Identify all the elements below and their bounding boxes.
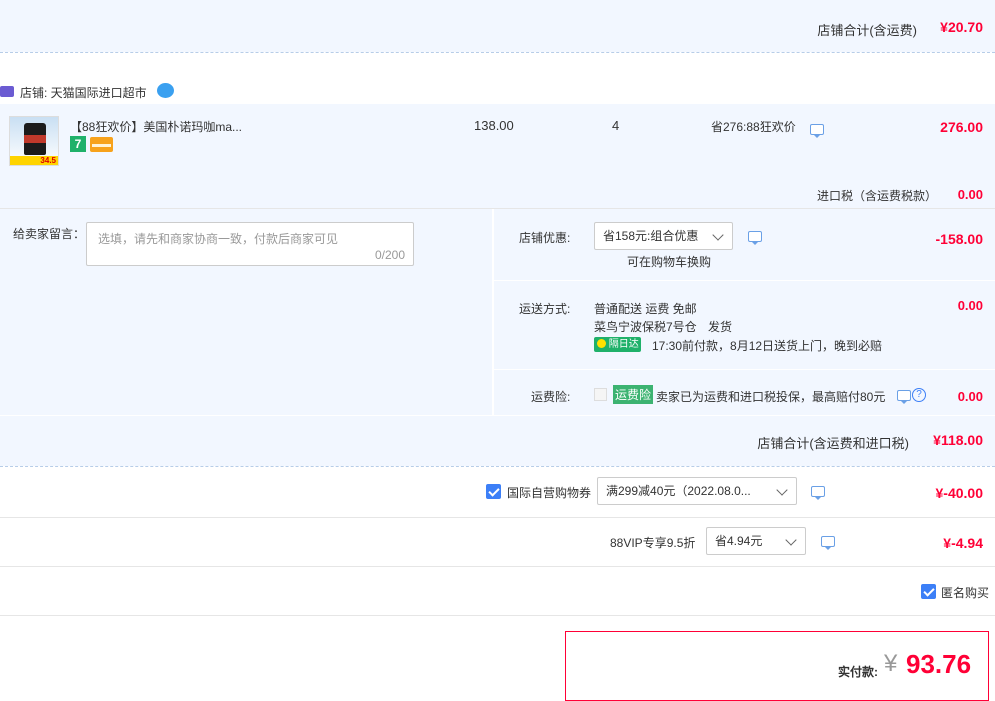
vip-row: 88VIP专享9.5折 省4.94元 ¥-4.94 xyxy=(0,518,995,566)
coupon-select[interactable]: 满299减40元（2022.08.0... xyxy=(597,477,797,505)
insurance-label: 运费险: xyxy=(531,390,571,404)
shipping-amount: 0.00 xyxy=(957,298,983,313)
divider xyxy=(492,209,494,415)
item-subtotal: 276.00 xyxy=(940,119,983,135)
insurance-amount: 0.00 xyxy=(957,389,983,404)
insurance-desc: 卖家已为运费和进口税投保，最高赔付80元 xyxy=(656,390,886,404)
coupon-label: 国际自营购物券 xyxy=(507,486,592,500)
insurance-info-icon[interactable] xyxy=(897,390,911,404)
seven-day-return-icon: 7 xyxy=(70,136,86,152)
discount-info-icon[interactable] xyxy=(810,124,824,138)
payment-amount: 93.76 xyxy=(906,649,972,679)
shop-discount-info-icon[interactable] xyxy=(748,231,762,245)
message-placeholder: 选填，请先和商家协商一致，付款后商家可见 xyxy=(98,232,339,246)
payment-currency: ¥ xyxy=(884,650,898,677)
shop-total-label: 店铺合计(含运费和进口税) xyxy=(757,436,909,451)
help-icon[interactable]: ? xyxy=(912,388,926,402)
payment-label: 实付款: xyxy=(838,665,878,679)
divider xyxy=(494,369,995,370)
anonymous-checkbox[interactable] xyxy=(921,584,936,599)
vip-select[interactable]: 省4.94元 xyxy=(706,527,806,555)
message-textarea[interactable]: 选填，请先和商家协商一致，付款后商家可见 0/200 xyxy=(86,222,414,266)
coupon-amount: ¥-40.00 xyxy=(935,485,983,501)
divider xyxy=(0,615,995,616)
unit-price: 138.00 xyxy=(474,118,514,133)
message-label: 给卖家留言： xyxy=(13,227,86,241)
next-day-badge: 隔日达 xyxy=(594,337,641,352)
shop-discount-note: 可在购物车换购 xyxy=(627,255,712,269)
wangwang-icon[interactable] xyxy=(157,83,174,98)
bottle-label xyxy=(24,135,46,143)
product-thumbnail[interactable]: 34.5 xyxy=(9,116,59,166)
card-icon-stripe xyxy=(92,144,111,147)
shop-discount-label: 店铺优惠: xyxy=(519,231,571,245)
coupon-row: 国际自营购物券 满299减40元（2022.08.0... ¥-40.00 xyxy=(0,467,995,517)
anonymous-row: 匿名购买 xyxy=(0,567,995,615)
chevron-down-icon xyxy=(785,534,797,546)
shop-name[interactable]: 店铺: 天猫国际进口超市 xyxy=(20,84,147,101)
vip-info-icon[interactable] xyxy=(821,536,835,550)
shipping-label: 运送方式: xyxy=(519,302,571,316)
import-tax-label: 进口税（含运费税款） xyxy=(816,189,937,203)
next-day-badge-label: 隔日达 xyxy=(608,339,639,350)
vip-selected: 省4.94元 xyxy=(715,534,763,548)
shop-discount-select[interactable]: 省158元:组合优惠 xyxy=(594,222,733,250)
vip-amount: ¥-4.94 xyxy=(943,535,983,551)
divider xyxy=(494,280,995,281)
item-discount: 省276:88狂欢价 xyxy=(711,120,796,134)
shop-discount-selected: 省158元:组合优惠 xyxy=(603,229,699,243)
shop-total: 店铺合计(含运费和进口税) ¥118.00 xyxy=(0,416,995,466)
insurance-tag: 运费险 xyxy=(613,385,654,404)
thumb-price: 34.5 xyxy=(40,156,56,165)
shipping-warehouse: 菜鸟宁波保税7号仓 xyxy=(594,320,697,334)
quantity: 4 xyxy=(612,118,620,133)
order-options: 给卖家留言： 选填，请先和商家协商一致，付款后商家可见 0/200 店铺优惠: … xyxy=(0,209,995,415)
shop-header: 店铺: 天猫国际进口超市 xyxy=(0,80,995,104)
shop-icon xyxy=(0,86,14,97)
message-counter: 0/200 xyxy=(374,248,405,262)
shipping-status: 发货 xyxy=(708,320,733,334)
chevron-down-icon xyxy=(776,484,788,496)
coupon-info-icon[interactable] xyxy=(811,486,825,500)
coupon-selected: 满299减40元（2022.08.0... xyxy=(606,484,751,498)
insurance-checkbox xyxy=(594,388,607,401)
import-tax-amount: 0.00 xyxy=(957,187,983,202)
divider xyxy=(0,52,995,53)
shop-total-amount: ¥118.00 xyxy=(933,432,983,448)
payment-box: 实付款: ¥ 93.76 xyxy=(565,631,989,701)
coupon-checkbox[interactable] xyxy=(486,484,501,499)
anonymous-label[interactable]: 匿名购买 xyxy=(941,584,989,601)
shop-summary-amount: ¥20.70 xyxy=(940,19,983,35)
item-row: 34.5 【88狂欢价】美国朴诺玛咖ma... 7 138.00 4 省276:… xyxy=(0,104,995,208)
shipping-eta: 17:30前付款，8月12日送货上门，晚到必赔 xyxy=(652,339,883,353)
product-title[interactable]: 【88狂欢价】美国朴诺玛咖ma... xyxy=(70,118,242,135)
lightning-icon xyxy=(597,339,606,348)
shop-discount-amount: -158.00 xyxy=(935,231,983,247)
shop-summary-label: 店铺合计(含运费) xyxy=(817,23,917,38)
shipping-method: 普通配送 运费 免邮 xyxy=(594,302,697,316)
shop-summary-top: 店铺合计(含运费) ¥20.70 xyxy=(0,0,995,52)
chevron-down-icon xyxy=(712,229,724,241)
vip-label: 88VIP专享9.5折 xyxy=(610,536,696,550)
